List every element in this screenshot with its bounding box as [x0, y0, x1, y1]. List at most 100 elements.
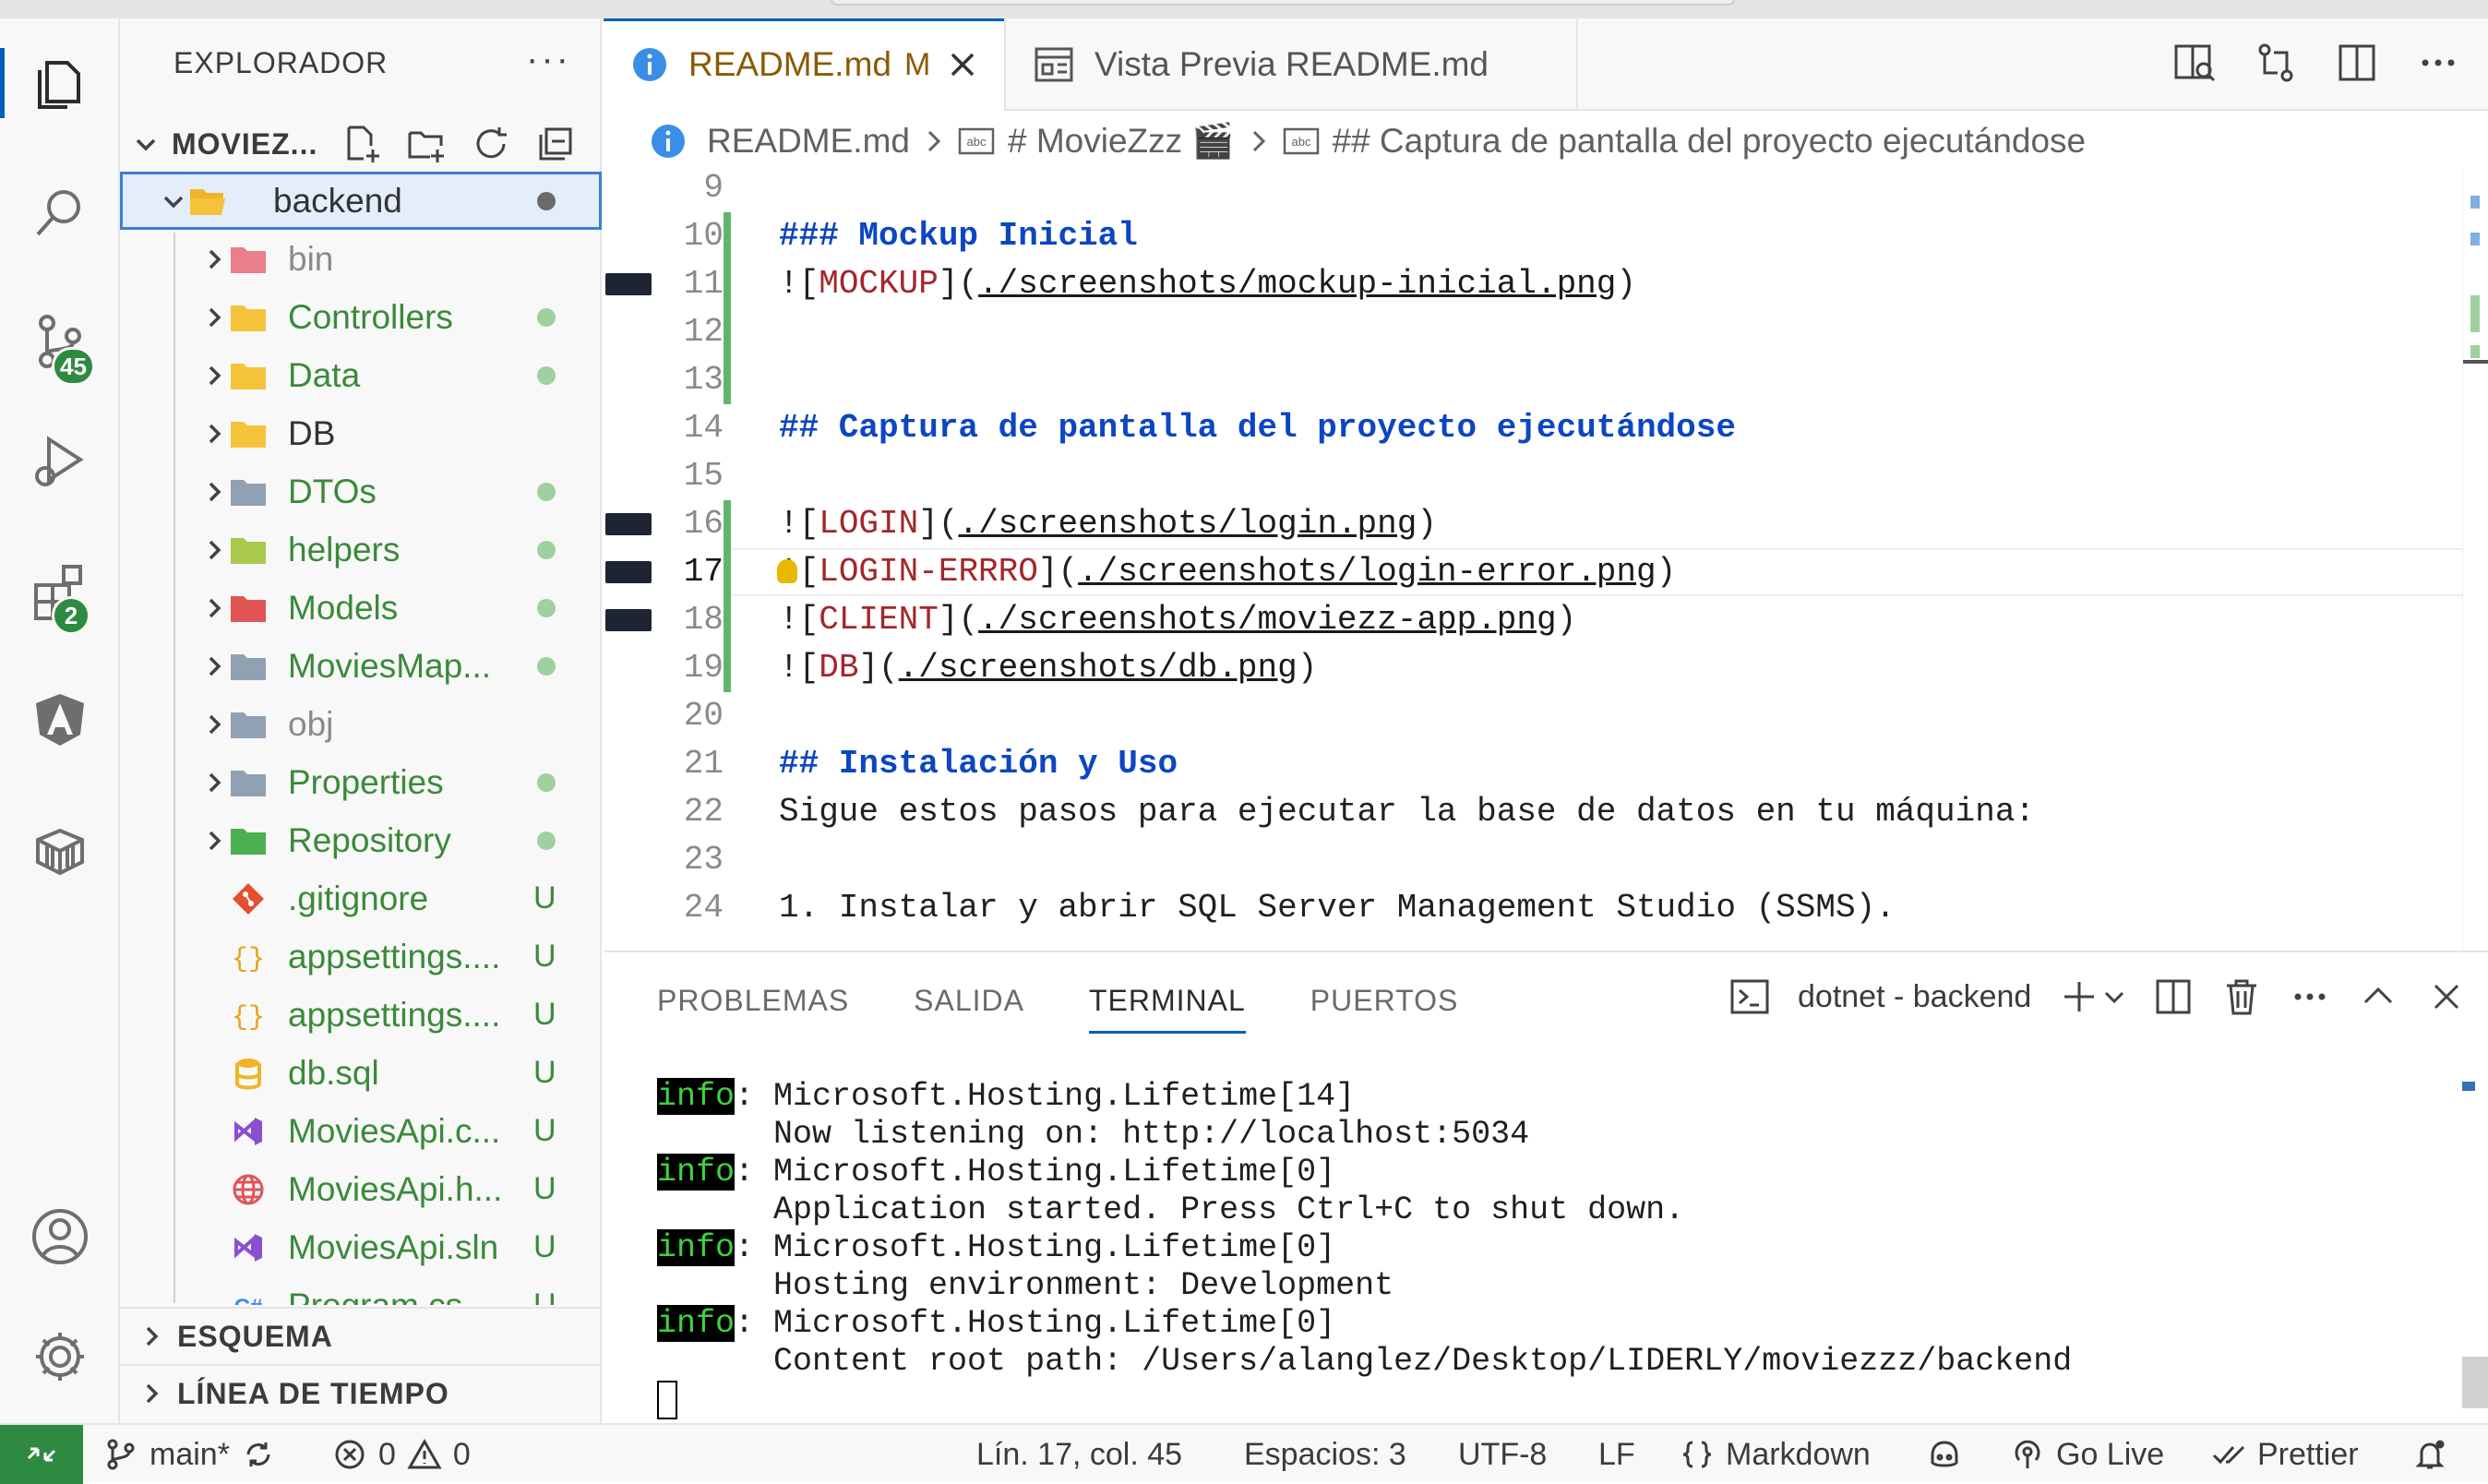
folder-item[interactable]: Controllers: [120, 288, 602, 346]
timeline-section[interactable]: LÍNEA DE TIEMPO: [120, 1364, 602, 1421]
file-item[interactable]: MoviesApi.h... U: [120, 1160, 602, 1218]
source-control-activity[interactable]: 45: [0, 286, 120, 397]
terminal-scrollbar[interactable]: [2462, 1357, 2488, 1408]
open-preview-side-icon[interactable]: [2172, 41, 2217, 85]
code-line[interactable]: Sigue estos pasos para ejecutar la base …: [779, 788, 2035, 836]
terminal-line: Now listening on: http://localhost:5034: [657, 1116, 2072, 1154]
image-preview-thumbnail[interactable]: [605, 273, 652, 295]
terminal-output[interactable]: info: Microsoft.Hosting.Lifetime[14] Now…: [657, 1078, 2072, 1419]
end-of-line[interactable]: LF: [1598, 1425, 1635, 1484]
folder-item[interactable]: Models: [120, 579, 602, 637]
file-item[interactable]: db.sql U: [120, 1044, 602, 1102]
new-folder-icon[interactable]: [406, 124, 447, 164]
maximize-panel-icon[interactable]: [2358, 976, 2398, 1017]
image-preview-thumbnail[interactable]: [605, 513, 652, 535]
code-line[interactable]: ![CLIENT](./screenshots/moviezz-app.png): [779, 596, 1576, 644]
folder-item[interactable]: obj: [120, 695, 602, 753]
tree-item-label: obj: [288, 704, 334, 743]
image-preview-thumbnail[interactable]: [605, 609, 652, 631]
file-item[interactable]: {} appsettings.... U: [120, 986, 602, 1044]
folder-item[interactable]: Data: [120, 346, 602, 404]
code-line[interactable]: ![LOGIN](./screenshots/login.png): [779, 500, 1437, 548]
new-terminal-icon[interactable]: [2059, 976, 2099, 1017]
more-actions-icon[interactable]: [2416, 41, 2460, 85]
panel-tab-terminal[interactable]: TERMINAL: [1089, 984, 1246, 1034]
file-item[interactable]: {} appsettings.... U: [120, 928, 602, 986]
panel-tab-puertos[interactable]: PUERTOS: [1310, 984, 1459, 1034]
file-item[interactable]: MoviesApi.sln U: [120, 1218, 602, 1276]
settings-activity[interactable]: [0, 1301, 120, 1412]
breadcrumb-file[interactable]: README.md: [707, 122, 910, 161]
remote-indicator[interactable]: [0, 1425, 83, 1484]
image-preview-thumbnail[interactable]: [605, 561, 652, 583]
terminal-cursor[interactable]: [657, 1381, 677, 1419]
code-line[interactable]: 1. Instalar y abrir SQL Server Managemen…: [779, 884, 1896, 932]
remote-explorer-activity[interactable]: [0, 794, 120, 904]
folder-item[interactable]: bin: [120, 230, 602, 288]
command-center[interactable]: [831, 0, 1735, 6]
breadcrumb-heading-2[interactable]: ## Captura de pantalla del proyecto ejec…: [1333, 122, 2087, 161]
code-line[interactable]: ## Captura de pantalla del proyecto ejec…: [779, 404, 1736, 452]
terminal-name[interactable]: dotnet - backend: [1798, 979, 2031, 1015]
split-editor-icon[interactable]: [2335, 41, 2379, 85]
refresh-icon[interactable]: [471, 124, 511, 164]
breadcrumb-heading-1[interactable]: # MovieZzz 🎬: [1008, 122, 1235, 162]
notifications-button[interactable]: [2412, 1425, 2447, 1484]
terminal-line: Application started. Press Ctrl+C to shu…: [657, 1191, 2072, 1229]
sidebar-more-button[interactable]: ···: [526, 39, 571, 80]
code-line[interactable]: ![LOGIN-ERRRO](./screenshots/login-error…: [779, 548, 1676, 596]
indentation[interactable]: Espacios: 3: [1244, 1425, 1406, 1484]
more-actions-icon[interactable]: [2290, 976, 2330, 1017]
close-icon[interactable]: [2426, 976, 2467, 1017]
line-number: 21: [683, 745, 724, 783]
collapse-all-icon[interactable]: [535, 124, 576, 164]
language-mode[interactable]: Markdown: [1680, 1425, 1871, 1484]
encoding[interactable]: UTF-8: [1458, 1425, 1547, 1484]
folder-item[interactable]: helpers: [120, 521, 602, 579]
close-icon[interactable]: [949, 51, 976, 78]
editor-overview-ruler[interactable]: [2462, 170, 2488, 951]
explorer-activity[interactable]: [0, 28, 120, 138]
problems-indicator[interactable]: 0 0: [332, 1425, 471, 1484]
go-live-button[interactable]: Go Live: [2010, 1425, 2164, 1484]
search-icon: [36, 190, 80, 236]
folder-item[interactable]: Properties: [120, 753, 602, 811]
code-line[interactable]: ## Instalación y Uso: [779, 740, 1178, 788]
new-file-icon[interactable]: [341, 124, 382, 164]
search-activity[interactable]: [0, 157, 120, 268]
branch-indicator[interactable]: main*: [103, 1425, 276, 1484]
git-gutter-added[interactable]: [724, 500, 731, 692]
code-line[interactable]: ### Mockup Inicial: [779, 212, 1138, 260]
angular-activity[interactable]: [0, 664, 120, 775]
code-line[interactable]: ![MOCKUP](./screenshots/mockup-inicial.p…: [779, 260, 1636, 308]
cursor-position[interactable]: Lín. 17, col. 45: [976, 1425, 1182, 1484]
workspace-root[interactable]: MOVIEZ...: [120, 116, 602, 172]
code-line[interactable]: ![DB](./screenshots/db.png): [779, 644, 1317, 692]
split-terminal-icon[interactable]: [2153, 976, 2194, 1017]
prettier-status[interactable]: Prettier: [2211, 1425, 2359, 1484]
folder-item[interactable]: DTOs: [120, 462, 602, 521]
file-item[interactable]: C# Program.cs U: [120, 1276, 602, 1306]
file-item[interactable]: MoviesApi.c... U: [120, 1102, 602, 1160]
accounts-activity[interactable]: [0, 1181, 120, 1292]
sync-icon[interactable]: [241, 1437, 276, 1472]
folder-item[interactable]: MoviesMap...: [120, 637, 602, 695]
panel-tab-problemas[interactable]: PROBLEMAS: [657, 984, 849, 1034]
folder-item[interactable]: DB: [120, 404, 602, 462]
compare-changes-icon[interactable]: [2254, 41, 2298, 85]
extensions-activity[interactable]: 2: [0, 535, 120, 646]
trash-icon[interactable]: [2221, 976, 2262, 1017]
chevron-down-icon[interactable]: [2103, 986, 2125, 1008]
tab-preview[interactable]: Vista Previa README.md: [1006, 18, 1578, 111]
file-item[interactable]: .gitignore U: [120, 869, 602, 928]
tab-readme[interactable]: README.md M: [604, 18, 1006, 111]
outline-section[interactable]: ESQUEMA: [120, 1307, 602, 1364]
folder-item[interactable]: Repository: [120, 811, 602, 869]
folder-item[interactable]: backend: [120, 172, 602, 230]
run-debug-activity[interactable]: [0, 406, 120, 517]
copilot-status[interactable]: [1927, 1425, 1962, 1484]
panel-tab-salida[interactable]: SALIDA: [914, 984, 1024, 1034]
code-editor[interactable]: 9 10 ### Mockup Inicial 11 ![MOCKUP](./scree…: [604, 170, 2462, 951]
git-gutter-added[interactable]: [724, 212, 731, 404]
lightbulb-icon[interactable]: [777, 559, 797, 583]
